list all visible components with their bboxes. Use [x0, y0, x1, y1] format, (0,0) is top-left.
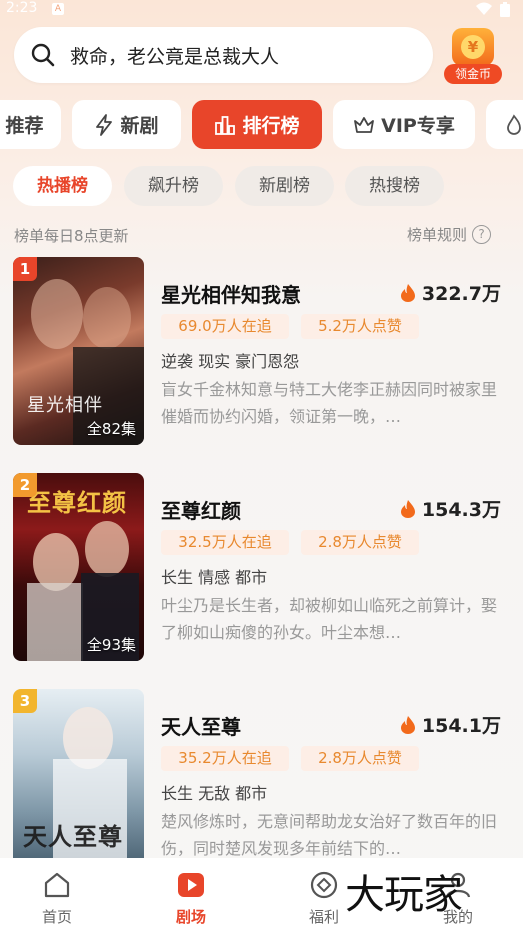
drama-poster[interactable]: 星光相伴 1 全82集 — [13, 257, 144, 445]
tab-rankings-label: 排行榜 — [242, 115, 300, 137]
subtab-rising[interactable]: 飙升榜 — [124, 166, 223, 206]
welfare-icon — [310, 871, 338, 899]
poster-title: 至尊红颜 — [27, 488, 127, 517]
theater-icon — [178, 873, 204, 897]
genre-tags: 长生 情感 都市 — [161, 568, 268, 587]
heat-value: 154.3万 — [421, 499, 501, 521]
drama-item[interactable]: 至尊红颜 2 全93集 至尊红颜 154.3万 32.5万人在追 2.8万人点赞… — [0, 473, 523, 661]
tab-vip[interactable]: VIP专享 — [333, 100, 475, 149]
poster-title: 星光相伴 — [27, 395, 103, 416]
episode-count: 全82集 — [86, 420, 136, 438]
drama-item[interactable]: 星光相伴 1 全82集 星光相伴知我意 322.7万 69.0万人在追 5.2万… — [0, 257, 523, 445]
heat-value: 322.7万 — [421, 283, 501, 305]
chasing-count-tag: 32.5万人在追 — [161, 530, 289, 555]
subtab-search[interactable]: 热搜榜 — [345, 166, 444, 206]
likes-count-tag: 2.8万人点赞 — [301, 530, 419, 555]
search-bar[interactable]: 救命，老公竟是总裁大人 — [14, 27, 433, 83]
app-notification-icon: A — [52, 3, 64, 15]
flame-outline-icon — [507, 113, 521, 135]
drama-item[interactable]: 天人至尊 3 全 天人至尊 154.1万 35.2万人在追 2.8万人点赞 长生… — [0, 689, 523, 858]
nav-theater-label: 剧场 — [175, 908, 206, 926]
drama-description: 楚风修炼时，无意间帮助龙女治好了数百年的旧伤，同时楚风发现多年前结下的… — [161, 812, 498, 858]
watermark-text: 大玩家 — [345, 872, 463, 918]
tab-new-dramas-label: 新剧 — [120, 115, 159, 137]
drama-title: 至尊红颜 — [161, 499, 241, 523]
home-icon — [44, 872, 70, 898]
fire-icon — [400, 283, 415, 302]
nav-home-label: 首页 — [41, 908, 72, 926]
coin-symbol: ¥ — [461, 35, 485, 59]
tab-rankings[interactable]: 排行榜 — [192, 100, 322, 149]
tab-recommend-label: 推荐 — [5, 115, 44, 137]
poster-title: 天人至尊 — [23, 822, 123, 851]
genre-tags: 长生 无敌 都市 — [161, 784, 268, 803]
subtab-new[interactable]: 新剧榜 — [235, 166, 334, 206]
rank-badge: 3 — [13, 689, 37, 713]
drama-description: 叶尘乃是长生者，却被柳如山临死之前算计，娶了柳如山痴傻的孙女。叶尘本想… — [161, 596, 498, 642]
drama-title: 天人至尊 — [161, 715, 241, 739]
tab-recommend[interactable]: 推荐 — [0, 100, 61, 149]
bar-chart-icon — [215, 115, 236, 135]
status-bar: 2:23 A — [0, 0, 523, 22]
heat-score: 154.1万 — [400, 711, 501, 738]
rules-label: 榜单规则 — [407, 226, 468, 244]
heat-score: 322.7万 — [400, 279, 501, 306]
tab-more[interactable] — [486, 100, 523, 149]
nav-home[interactable]: 首页 — [12, 858, 102, 940]
tab-new-dramas[interactable]: 新剧 — [72, 100, 181, 149]
main-tabs: 推荐 新剧 排行榜 VIP专享 — [0, 100, 523, 150]
rank-badge: 2 — [13, 473, 37, 497]
fire-icon — [400, 715, 415, 734]
subtab-hot[interactable]: 热播榜 — [13, 166, 112, 206]
search-icon — [31, 43, 55, 67]
chasing-count-tag: 69.0万人在追 — [161, 314, 289, 339]
heat-value: 154.1万 — [421, 715, 501, 737]
chasing-count-tag: 35.2万人在追 — [161, 746, 289, 771]
drama-poster[interactable]: 天人至尊 3 全 — [13, 689, 144, 858]
ranking-rules-link[interactable]: 榜单规则 ? — [407, 224, 492, 245]
coin-icon: ¥ — [452, 28, 494, 66]
crown-icon — [354, 116, 375, 133]
status-time: 2:23 — [6, 0, 38, 16]
heat-score: 154.3万 — [400, 495, 501, 522]
episode-count: 全93集 — [86, 636, 136, 654]
wifi-icon — [476, 2, 492, 15]
genre-tags: 逆袭 现实 豪门恩怨 — [161, 352, 300, 371]
fire-icon — [400, 499, 415, 518]
drama-title: 星光相伴知我意 — [161, 283, 301, 307]
drama-poster[interactable]: 至尊红颜 2 全93集 — [13, 473, 144, 661]
update-note: 榜单每日8点更新 — [14, 227, 129, 245]
ranking-sub-tabs: 热播榜 飙升榜 新剧榜 热搜榜 — [0, 166, 523, 208]
rank-badge: 1 — [13, 257, 37, 281]
battery-icon — [500, 2, 510, 17]
likes-count-tag: 5.2万人点赞 — [301, 314, 419, 339]
lightning-icon — [96, 113, 113, 136]
tab-vip-label: VIP专享 — [381, 115, 455, 137]
claim-coins-button[interactable]: ¥ 领金币 — [444, 26, 502, 86]
search-placeholder: 救命，老公竟是总裁大人 — [70, 45, 280, 68]
claim-coins-label: 领金币 — [444, 64, 502, 84]
likes-count-tag: 2.8万人点赞 — [301, 746, 419, 771]
nav-theater[interactable]: 剧场 — [146, 858, 236, 940]
help-icon: ? — [472, 225, 492, 244]
drama-description: 盲女千金林知意与特工大佬李正赫因同时被家里催婚而协约闪婚，领证第一晚，… — [161, 380, 498, 426]
